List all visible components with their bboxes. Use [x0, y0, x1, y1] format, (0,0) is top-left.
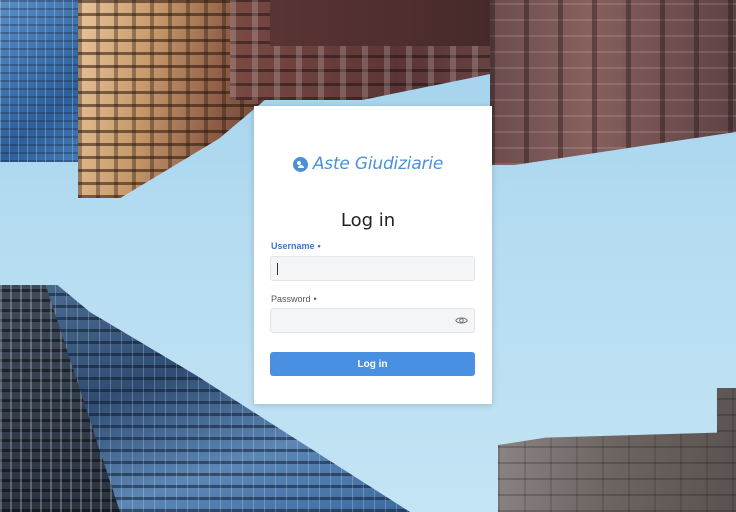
eye-icon[interactable] [455, 316, 468, 325]
building-stone-bottomright [498, 388, 736, 512]
page-title: Log in [340, 210, 396, 231]
password-label-text: Password [271, 294, 311, 304]
brand-name: Aste Giudiziarie [312, 154, 444, 174]
required-marker: • [313, 294, 317, 304]
password-field[interactable] [270, 308, 475, 333]
gavel-person-icon [292, 156, 308, 172]
username-field[interactable] [270, 256, 475, 281]
password-label: Password • [271, 294, 317, 304]
text-caret [277, 263, 278, 275]
username-label: Username • [271, 241, 321, 251]
username-label-text: Username [271, 241, 315, 251]
brand-logo: Aste Giudiziarie [0, 154, 736, 174]
required-marker: • [317, 241, 321, 251]
building-brick-right [490, 0, 736, 165]
login-button[interactable]: Log in [270, 352, 475, 376]
